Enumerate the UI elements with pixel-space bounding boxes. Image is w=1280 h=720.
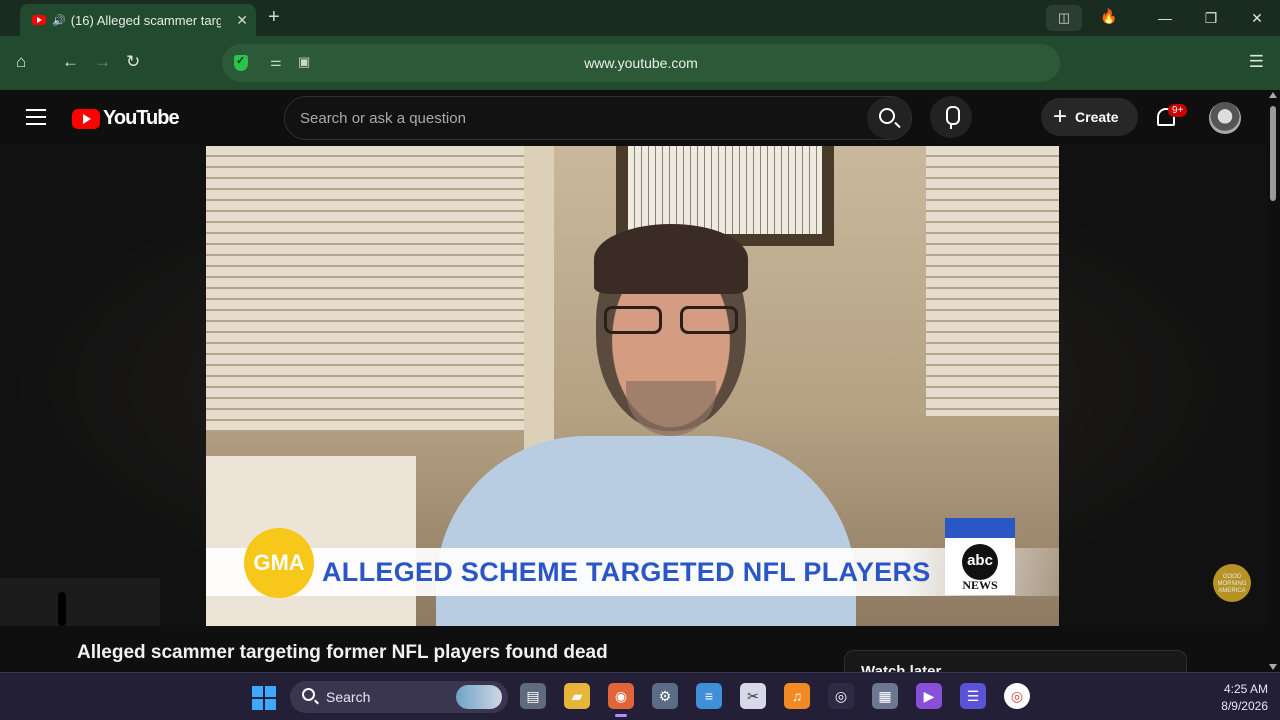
plus-icon: +: [1053, 103, 1068, 130]
notepad-icon[interactable]: ≡: [696, 683, 722, 709]
search-highlight-image: [456, 685, 502, 709]
windows-taskbar: Search ▤ ▰ ◉ ⚙ ≡ ✂ ♫ ◎ ▦ ▶ ☰ ◎ 4:25 AM 8…: [0, 672, 1280, 720]
notification-badge: 9+: [1168, 104, 1188, 117]
clipchamp-icon[interactable]: ▶: [916, 683, 942, 709]
youtube-logo[interactable]: YouTube: [72, 107, 180, 130]
video-frame[interactable]: GMA ALLEGED SCHEME TARGETED NFL PLAYERS …: [206, 146, 1059, 626]
home-icon[interactable]: ⌂: [16, 52, 26, 72]
browser-app-icon[interactable]: ◉: [608, 683, 634, 717]
close-window-button[interactable]: ✕: [1234, 10, 1280, 27]
window-controls: — ❐ ✕: [1142, 0, 1280, 36]
settings-icon[interactable]: ⚙: [652, 683, 678, 709]
tab-title: (16) Alleged scammer targ: [70, 12, 221, 28]
window-blinds-left: [206, 146, 526, 431]
clock-date: 8/9/2026: [1221, 699, 1268, 713]
cabinet: [206, 456, 416, 626]
snipping-tool-icon[interactable]: ✂: [740, 683, 766, 709]
scroll-down-icon[interactable]: [1269, 664, 1277, 670]
notes-app-icon[interactable]: ☰: [960, 683, 986, 709]
search-button[interactable]: [867, 97, 911, 139]
chrome-icon[interactable]: ◎: [1004, 683, 1030, 709]
obs-icon[interactable]: ◎: [828, 683, 854, 709]
guide-menu-icon[interactable]: [26, 109, 46, 125]
lower-third-headline: ALLEGED SCHEME TARGETED NFL PLAYERS: [322, 557, 931, 587]
channel-watermark[interactable]: GOOD MORNING AMERICA: [1213, 564, 1251, 602]
split-view-icon[interactable]: ◫: [1046, 5, 1082, 31]
reload-icon[interactable]: ↻: [126, 52, 140, 72]
window-blinds-right: [926, 146, 1059, 416]
windows-start-icon[interactable]: [252, 686, 276, 710]
back-icon[interactable]: ←: [62, 52, 79, 72]
video-title-row: Alleged scammer targeting former NFL pla…: [0, 626, 1266, 680]
search-box[interactable]: Search or ask a question: [284, 96, 912, 140]
address-bar[interactable]: ⚌ ▣ www.youtube.com: [222, 44, 1060, 82]
youtube-wordmark: YouTube: [103, 107, 180, 129]
abc-news-label: NEWS: [962, 578, 998, 592]
create-label: Create: [1075, 109, 1119, 125]
tab-close-icon[interactable]: ✕: [236, 12, 248, 29]
presenter-hair: [594, 224, 748, 294]
taskbar-search-label: Search: [326, 689, 371, 705]
task-view-icon[interactable]: ▤: [520, 683, 546, 709]
browser-tab-youtube[interactable]: 🔊 (16) Alleged scammer targ ✕: [20, 4, 256, 36]
fl-studio-icon[interactable]: ♫: [784, 683, 810, 709]
flame-icon[interactable]: 🔥: [1100, 8, 1117, 25]
abc-news-logo: abc NEWS: [945, 518, 1015, 595]
presenter-glasses: [604, 306, 738, 336]
system-clock[interactable]: 4:25 AM 8/9/2026: [1198, 681, 1268, 715]
new-tab-button[interactable]: +: [268, 6, 280, 29]
forward-icon[interactable]: →: [94, 52, 111, 72]
minimize-button[interactable]: —: [1142, 10, 1188, 26]
search-icon: [302, 688, 315, 701]
video-player[interactable]: GMA ALLEGED SCHEME TARGETED NFL PLAYERS …: [0, 146, 1266, 626]
youtube-header: YouTube Search or ask a question + Creat…: [0, 90, 1266, 146]
presenter-shirt: [436, 436, 856, 626]
taskbar-search[interactable]: Search: [290, 681, 508, 713]
scrollbar-thumb[interactable]: [1270, 106, 1276, 201]
search-icon: [879, 108, 895, 124]
file-explorer-icon[interactable]: ▰: [564, 683, 590, 709]
clock-time: 4:25 AM: [1223, 682, 1268, 696]
url-text[interactable]: www.youtube.com: [222, 55, 1060, 71]
browser-menu-icon[interactable]: ☰: [1249, 52, 1264, 72]
browser-toolbar: ⌂ ← → ↻ ⚌ ▣ www.youtube.com ☰: [0, 36, 1280, 90]
voice-search-button[interactable]: [930, 96, 972, 138]
abc-logo-text: abc: [962, 544, 998, 580]
create-button[interactable]: + Create: [1041, 98, 1138, 136]
audio-playing-icon[interactable]: 🔊: [52, 14, 66, 27]
search-input[interactable]: Search or ask a question: [300, 110, 466, 127]
youtube-play-icon: [72, 108, 100, 129]
youtube-favicon-icon: [32, 15, 46, 25]
restore-button[interactable]: ❐: [1188, 10, 1234, 27]
video-title: Alleged scammer targeting former NFL pla…: [77, 642, 608, 663]
browser-tabstrip: 🔊 (16) Alleged scammer targ ✕ + ◫ 🔥 — ❐ …: [0, 0, 1280, 36]
page-scrollbar[interactable]: [1266, 90, 1280, 672]
scroll-up-icon[interactable]: [1269, 92, 1277, 98]
gma-logo: GMA: [244, 528, 314, 598]
calculator-icon[interactable]: ▦: [872, 683, 898, 709]
avatar[interactable]: [1209, 102, 1241, 134]
side-dark-region: [0, 578, 160, 626]
presenter-beard: [626, 381, 716, 436]
